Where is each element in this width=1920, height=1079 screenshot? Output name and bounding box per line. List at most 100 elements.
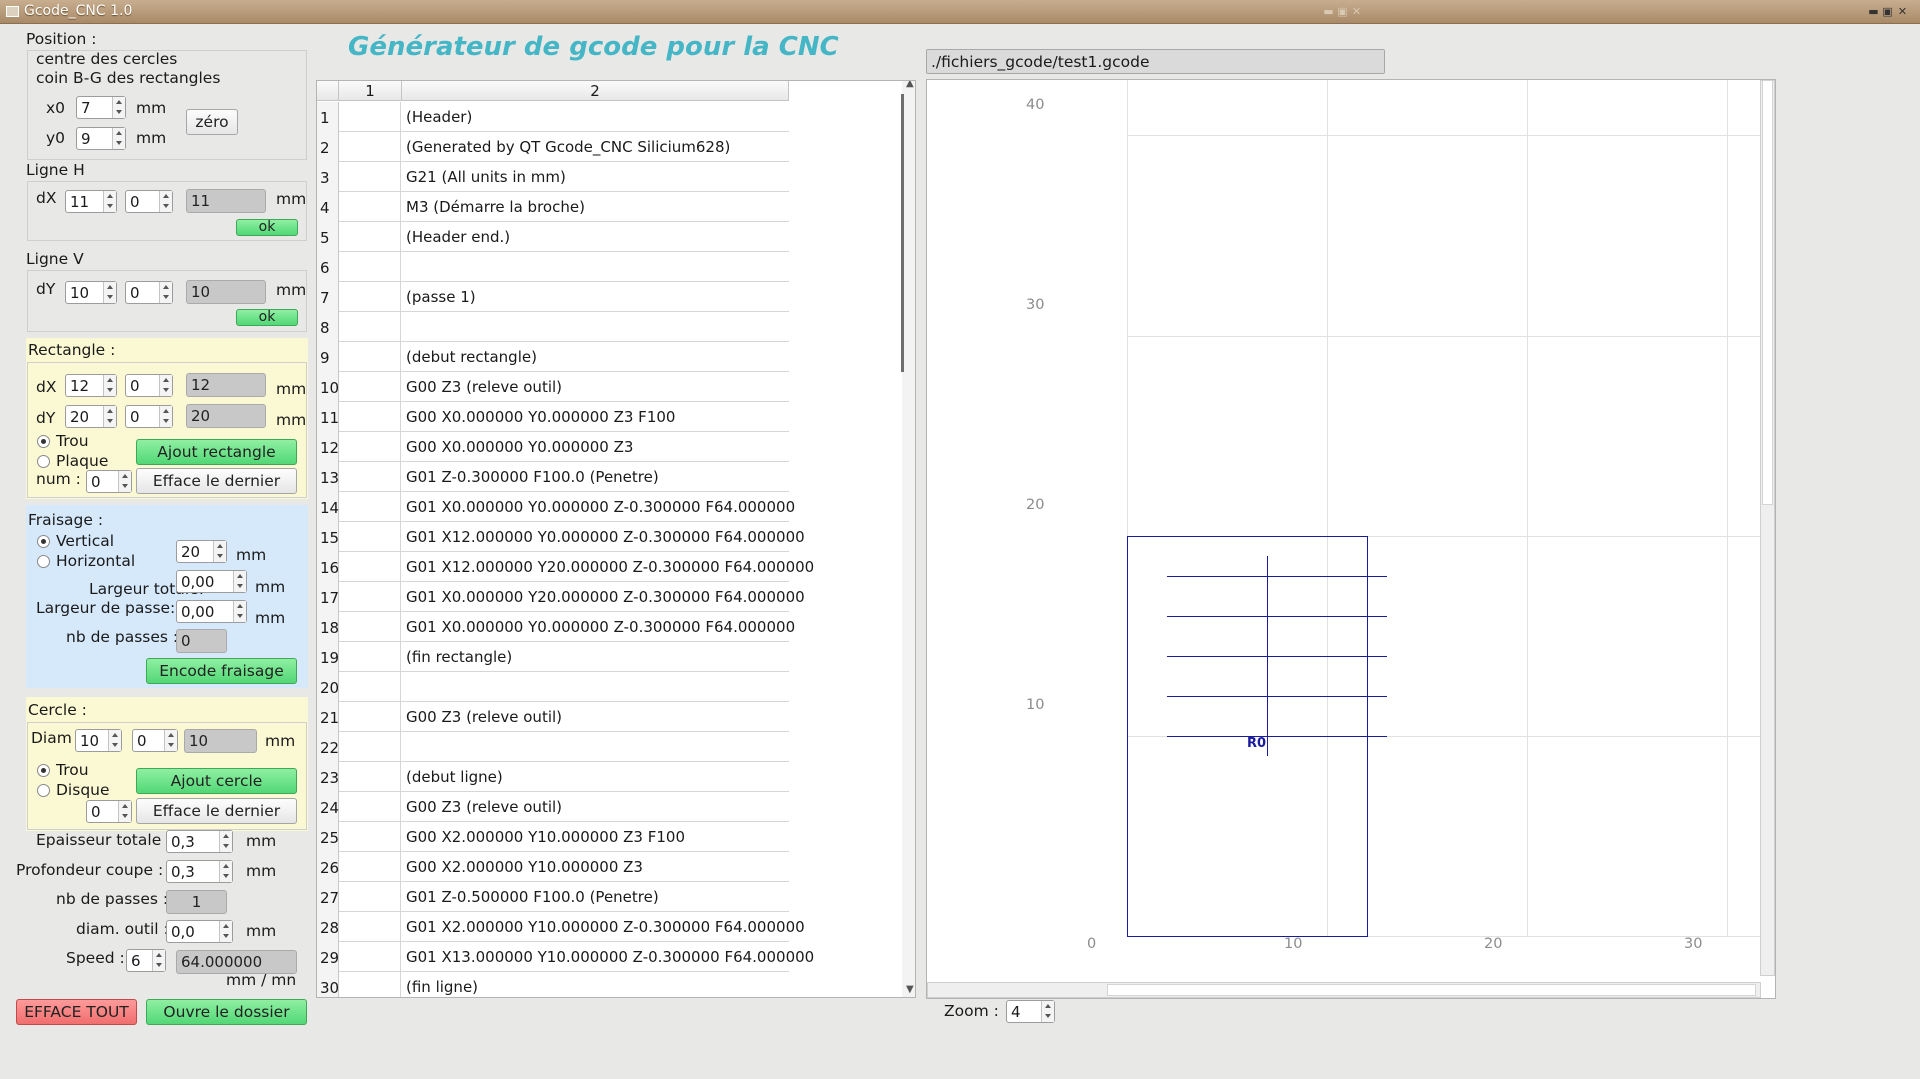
ligne-h-dx-decimal-spinbox[interactable]: 0 [125,190,173,213]
table-row[interactable]: 19 (fin rectangle) [317,642,789,672]
table-row[interactable]: 30 (fin ligne) [317,972,789,997]
cell-gcode[interactable]: G00 Z3 (releve outil) [402,792,789,822]
table-row[interactable]: 13 G01 Z-0.300000 F100.0 (Penetre) [317,462,789,492]
largeur-passe-spinbox[interactable]: 0,00 [176,600,247,623]
cell-gcode[interactable]: (Header end.) [402,222,789,252]
fraisage-size-spinbox[interactable]: 20 [176,540,227,563]
table-row[interactable]: 7 (passe 1) [317,282,789,312]
add-rectangle-button[interactable]: Ajout rectangle [136,439,297,465]
rect-dy-decimal-spinbox[interactable]: 0 [125,405,173,428]
cell-col1[interactable] [339,762,401,792]
cell-gcode[interactable] [402,672,789,702]
delete-last-rectangle-button[interactable]: Efface le dernier [136,468,297,494]
cell-gcode[interactable]: G01 X2.000000 Y10.000000 Z-0.300000 F64.… [402,912,805,942]
table-row[interactable]: 18 G01 X0.000000 Y0.000000 Z-0.300000 F64… [317,612,795,642]
gcode-table[interactable]: 1 2 1 (Header) 2 (Generated by QT Gcode_CNC… [316,80,916,998]
cell-gcode[interactable]: G01 X0.000000 Y20.000000 Z-0.300000 F64.… [402,582,805,612]
table-row[interactable]: 25 G00 X2.000000 Y10.000000 Z3 F100 [317,822,789,852]
cell-col1[interactable] [339,822,401,852]
cell-col1[interactable] [339,642,401,672]
cell-col1[interactable] [339,492,401,522]
table-row[interactable]: 17 G01 X0.000000 Y20.000000 Z-0.300000 F6… [317,582,805,612]
cell-col1[interactable] [339,912,401,942]
close-button[interactable]: ✕ [1897,6,1908,17]
cell-col1[interactable] [339,102,401,132]
rect-dx-decimal-spinbox[interactable]: 0 [125,374,173,397]
table-row[interactable]: 3 G21 (All units in mm) [317,162,789,192]
rect-num-spinbox[interactable]: 0 [86,470,132,493]
column-header-1[interactable]: 1 [339,81,402,101]
cell-col1[interactable] [339,462,401,492]
table-row[interactable]: 9 (debut rectangle) [317,342,789,372]
cell-col1[interactable] [339,732,401,762]
fraisage-vertical-radio[interactable] [37,535,50,548]
table-row[interactable]: 27 G01 Z-0.500000 F100.0 (Penetre) [317,882,789,912]
cell-col1[interactable] [339,792,401,822]
table-row[interactable]: 6 [317,252,789,282]
table-row[interactable]: 26 G00 X2.000000 Y10.000000 Z3 [317,852,789,882]
table-row[interactable]: 21 G00 Z3 (releve outil) [317,702,789,732]
zero-button[interactable]: zéro [186,109,238,135]
cell-gcode[interactable]: (passe 1) [402,282,789,312]
cell-col1[interactable] [339,222,401,252]
cell-col1[interactable] [339,372,401,402]
cercle-num-spinbox[interactable]: 0 [86,800,132,823]
epaisseur-totale-spinbox[interactable]: 0,3 [166,830,233,853]
cell-gcode[interactable]: G21 (All units in mm) [402,162,789,192]
cell-gcode[interactable]: M3 (Démarre la broche) [402,192,789,222]
plot-hscroll-thumb[interactable] [1107,984,1756,996]
table-scroll-thumb[interactable] [901,94,904,372]
cell-col1[interactable] [339,342,401,372]
add-circle-button[interactable]: Ajout cercle [136,768,297,794]
ligne-h-dx-spinbox[interactable]: 11 [65,190,117,213]
table-row[interactable]: 15 G01 X12.000000 Y0.000000 Z-0.300000 F6… [317,522,805,552]
cell-gcode[interactable]: G00 X0.000000 Y0.000000 Z3 [402,432,789,462]
table-row[interactable]: 29 G01 X13.000000 Y10.000000 Z-0.300000 F… [317,942,814,972]
preview-plot[interactable]: 40 30 20 10 0 10 20 30 R0 [926,79,1776,999]
cell-gcode[interactable]: G00 X2.000000 Y10.000000 Z3 [402,852,789,882]
cell-col1[interactable] [339,852,401,882]
cell-gcode[interactable]: G00 X0.000000 Y0.000000 Z3 F100 [402,402,789,432]
cell-col1[interactable] [339,192,401,222]
cell-gcode[interactable]: G01 X12.000000 Y20.000000 Z-0.300000 F64… [402,552,814,582]
ligne-h-ok-button[interactable]: ok [236,219,298,236]
cell-col1[interactable] [339,132,401,162]
cell-col1[interactable] [339,972,401,997]
cell-col1[interactable] [339,882,401,912]
table-row[interactable]: 5 (Header end.) [317,222,789,252]
cell-gcode[interactable]: (Generated by QT Gcode_CNC Silicium628) [402,132,789,162]
table-row[interactable]: 4 M3 (Démarre la broche) [317,192,789,222]
cell-gcode[interactable]: G01 X0.000000 Y0.000000 Z-0.300000 F64.0… [402,492,795,522]
ouvre-dossier-button[interactable]: Ouvre le dossier [146,999,307,1025]
minimize-button[interactable]: ▬ [1868,6,1879,17]
cell-gcode[interactable] [402,312,789,342]
cell-gcode[interactable]: G00 X2.000000 Y10.000000 Z3 F100 [402,822,789,852]
table-row[interactable]: 10 G00 Z3 (releve outil) [317,372,789,402]
column-header-2[interactable]: 2 [402,81,789,101]
table-row[interactable]: 20 [317,672,789,702]
cercle-diam-decimal-spinbox[interactable]: 0 [132,729,178,752]
cercle-trou-radio[interactable] [37,764,50,777]
cell-gcode[interactable]: (fin ligne) [402,972,789,997]
cell-col1[interactable] [339,672,401,702]
cell-gcode[interactable]: G00 Z3 (releve outil) [402,702,789,732]
diam-outil-spinbox[interactable]: 0,0 [166,920,233,943]
cell-gcode[interactable] [402,732,789,762]
cell-col1[interactable] [339,162,401,192]
table-row[interactable]: 24 G00 Z3 (releve outil) [317,792,789,822]
plot-vscroll-thumb[interactable] [1762,80,1773,505]
cell-col1[interactable] [339,432,401,462]
speed-spinbox[interactable]: 6 [126,949,166,972]
efface-tout-button[interactable]: EFFACE TOUT [16,999,137,1025]
maximize-button[interactable]: ▣ [1882,6,1893,17]
cell-col1[interactable] [339,582,401,612]
cercle-diam-spinbox[interactable]: 10 [75,729,122,752]
zoom-spinbox[interactable]: 4 [1006,1000,1055,1023]
cell-gcode[interactable]: (debut rectangle) [402,342,789,372]
scroll-up-icon[interactable]: ▲ [906,81,914,89]
delete-last-circle-button[interactable]: Efface le dernier [136,798,297,824]
cell-gcode[interactable]: G01 X12.000000 Y0.000000 Z-0.300000 F64.… [402,522,805,552]
cell-col1[interactable] [339,702,401,732]
cell-col1[interactable] [339,282,401,312]
scroll-down-icon[interactable]: ▼ [906,984,914,995]
